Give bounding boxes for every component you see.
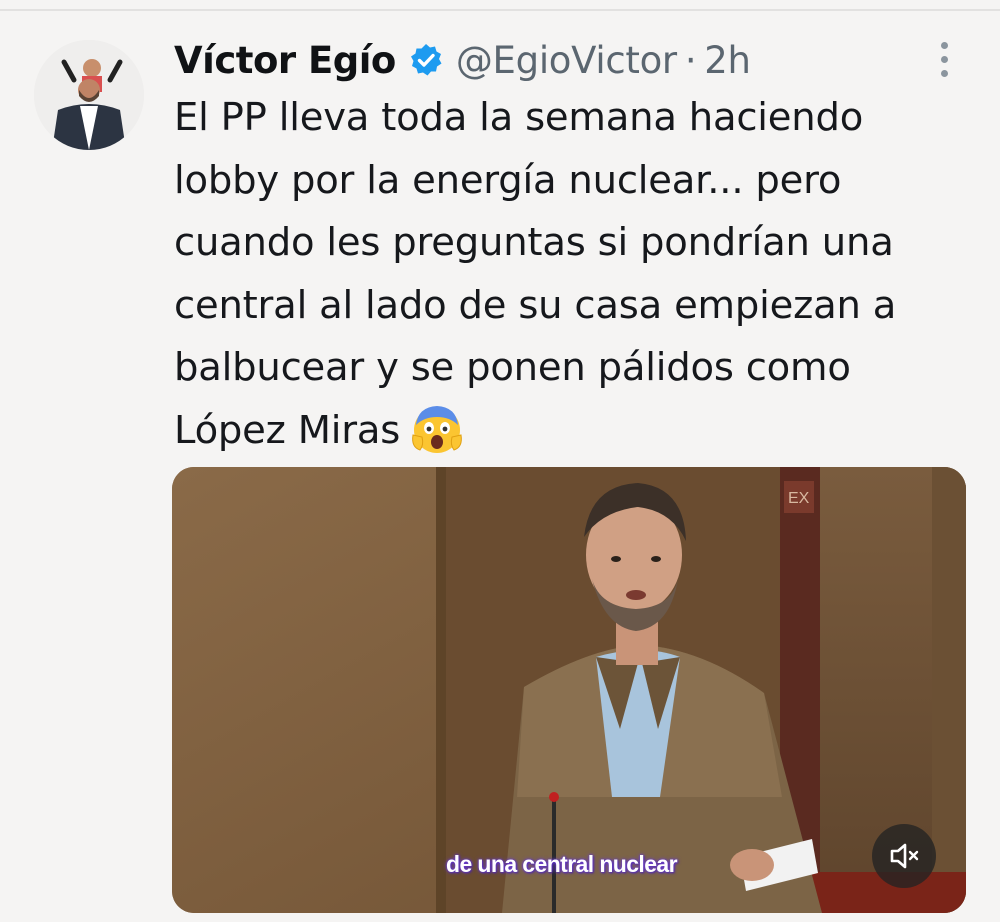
tweet-text-line: El PP lleva toda la semana haciendo	[174, 95, 864, 140]
avatar[interactable]	[34, 40, 144, 150]
verified-badge-icon	[408, 42, 444, 78]
screaming-face-emoji	[410, 401, 464, 455]
divider	[0, 9, 1000, 11]
timestamp[interactable]: 2h	[704, 39, 751, 82]
tweet-text-line: cuando les preguntas si pondrían una	[174, 220, 894, 265]
tweet-text-line: balbucear y se ponen pálidos como	[174, 345, 851, 390]
video-caption: de una central nuclear	[446, 851, 678, 877]
avatar-image	[34, 40, 144, 150]
video-player[interactable]: EX de una central nuclear	[172, 467, 966, 913]
tweet-text-line: lobby por la energía nuclear... pero	[174, 157, 842, 203]
more-vertical-icon[interactable]	[934, 42, 954, 82]
handle[interactable]: @EgioVictor	[456, 39, 677, 82]
tweet-text-last-line: López Miras	[174, 400, 974, 463]
volume-muted-icon[interactable]	[872, 824, 936, 888]
tweet-text: El PP lleva toda la semana haciendo lobb…	[174, 87, 974, 462]
separator-dot: ·	[684, 38, 697, 82]
svg-text:EX: EX	[788, 490, 810, 507]
tweet-card: Víctor Egío @EgioVictor · 2h El PP lleva…	[0, 0, 1000, 922]
display-name[interactable]: Víctor Egío	[174, 39, 396, 82]
tweet-header: Víctor Egío @EgioVictor · 2h	[174, 30, 751, 90]
tweet-text-line: central al lado de su casa empiezan a	[174, 282, 897, 328]
video-frame: EX	[172, 467, 966, 913]
tweet-text-line: López Miras	[174, 407, 401, 453]
